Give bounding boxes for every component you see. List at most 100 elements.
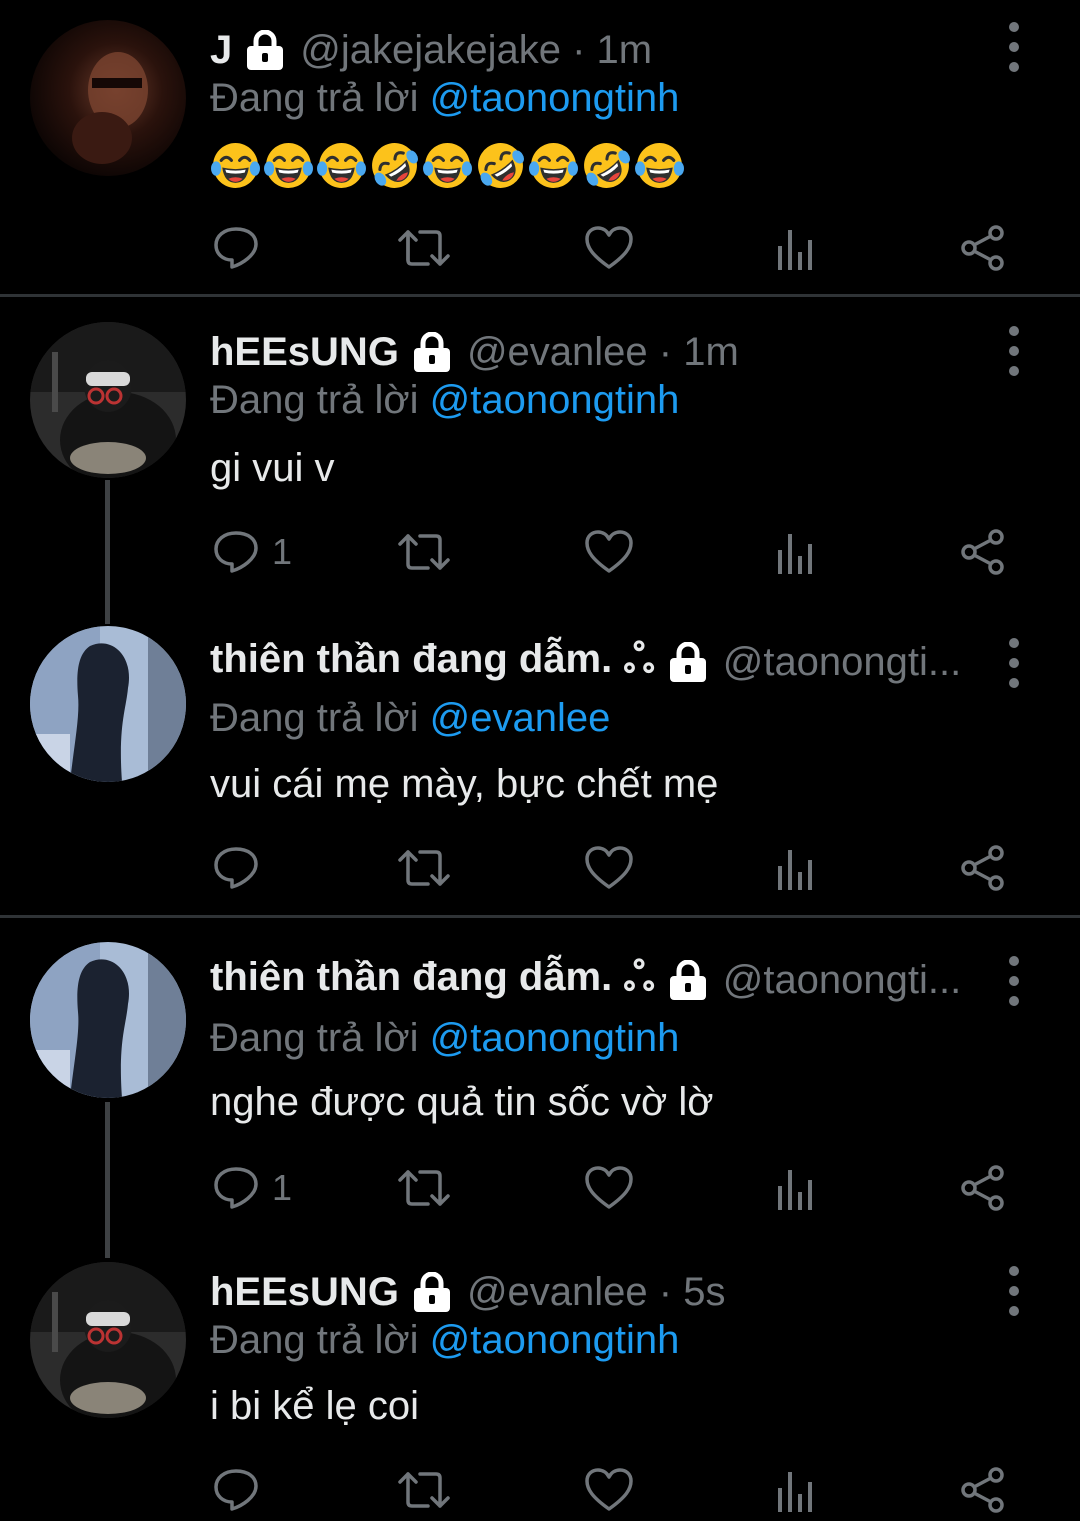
tweet-actions: [0, 220, 1080, 276]
share-button[interactable]: [960, 524, 1006, 580]
avatar[interactable]: [30, 942, 186, 1098]
share-icon: [961, 845, 1004, 891]
avatar[interactable]: [30, 20, 186, 176]
bar-chart-icon: [778, 1472, 812, 1512]
more-options-icon[interactable]: [998, 22, 1030, 72]
views-button[interactable]: [776, 840, 816, 896]
tweet-actions: 1: [0, 1160, 1080, 1216]
like-button[interactable]: [584, 1160, 634, 1216]
like-button[interactable]: [584, 840, 634, 896]
reply-button[interactable]: [212, 840, 272, 896]
handle-and-time[interactable]: @taonongti...: [723, 958, 962, 1003]
display-name[interactable]: J: [210, 28, 232, 73]
share-button[interactable]: [960, 840, 1006, 896]
replying-prefix: Đang trả lời: [210, 696, 419, 740]
tweet-item[interactable]: thiên thần đang dẫm. ஃ @taonongti... Đan…: [0, 606, 1080, 918]
reply-timeline: J @jakejakejake · 1m Đang trả lời @taono…: [0, 0, 1080, 1521]
share-icon: [961, 225, 1004, 271]
handle-and-time[interactable]: @jakejakejake · 1m: [300, 28, 652, 73]
tweet-text: gi vui v: [210, 446, 335, 490]
display-name[interactable]: hEEsUNG: [210, 1270, 399, 1315]
avatar[interactable]: [30, 322, 186, 478]
replying-prefix: Đang trả lời: [210, 1318, 419, 1362]
display-name[interactable]: thiên thần đang dẫm. ஃ: [210, 637, 655, 687]
retweet-button[interactable]: [396, 1160, 452, 1216]
heart-icon: [585, 846, 633, 889]
tweet-emoji-text: [210, 140, 685, 191]
more-options-icon[interactable]: [998, 956, 1030, 1006]
tweet-header: thiên thần đang dẫm. ஃ @taonongti...: [210, 950, 980, 1010]
thread-connector: [105, 606, 110, 624]
retweet-button[interactable]: [396, 1462, 452, 1518]
mention-link[interactable]: @taonongtinh: [430, 378, 680, 422]
retweet-button[interactable]: [396, 220, 452, 276]
share-button[interactable]: [960, 220, 1006, 276]
replying-to: Đang trả lời @taonongtinh: [210, 378, 679, 423]
display-name[interactable]: thiên thần đang dẫm. ஃ: [210, 955, 655, 1005]
replying-to: Đang trả lời @taonongtinh: [210, 1318, 679, 1363]
heart-icon: [585, 530, 633, 573]
reply-icon: [214, 847, 258, 889]
replying-prefix: Đang trả lời: [210, 76, 419, 120]
mention-link[interactable]: @taonongtinh: [430, 1318, 680, 1362]
reply-count: 1: [272, 531, 293, 572]
tears-of-joy-emoji-icon: [317, 143, 366, 188]
views-button[interactable]: [776, 1160, 816, 1216]
tears-of-joy-emoji-icon: [635, 143, 684, 188]
tweet-item[interactable]: thiên thần đang dẫm. ஃ @taonongti... Đan…: [0, 918, 1080, 1258]
tweet-text: nghe được quả tin sốc vờ lờ: [210, 1080, 714, 1124]
retweet-icon: [398, 230, 450, 266]
lock-icon: [411, 1272, 453, 1312]
display-name[interactable]: hEEsUNG: [210, 330, 399, 375]
tweet-text: vui cái mẹ mày, bực chết mẹ: [210, 762, 719, 806]
retweet-icon: [398, 1170, 450, 1206]
heart-icon: [585, 226, 633, 269]
bar-chart-icon: [778, 230, 812, 270]
views-button[interactable]: [776, 524, 816, 580]
replying-prefix: Đang trả lời: [210, 378, 419, 422]
handle-and-time[interactable]: @evanlee · 1m: [467, 330, 739, 375]
replying-to: Đang trả lời @evanlee: [210, 696, 610, 741]
views-button[interactable]: [776, 220, 816, 276]
reply-button[interactable]: [212, 1462, 272, 1518]
retweet-icon: [398, 534, 450, 570]
like-button[interactable]: [584, 524, 634, 580]
retweet-button[interactable]: [396, 840, 452, 896]
avatar[interactable]: [30, 626, 186, 782]
like-button[interactable]: [584, 1462, 634, 1518]
mention-link[interactable]: @taonongtinh: [430, 1016, 680, 1060]
more-options-icon[interactable]: [998, 1266, 1030, 1316]
share-button[interactable]: [960, 1462, 1006, 1518]
retweet-icon: [398, 850, 450, 886]
reply-icon: [214, 1167, 258, 1209]
tweet-actions: [0, 840, 1080, 896]
share-button[interactable]: [960, 1160, 1006, 1216]
views-button[interactable]: [776, 1462, 816, 1518]
rolling-on-floor-laughing-emoji-icon: [478, 143, 524, 188]
tweet-header: hEEsUNG @evanlee · 5s: [210, 1262, 980, 1322]
reply-button[interactable]: 1: [212, 1160, 292, 1216]
mention-link[interactable]: @evanlee: [430, 696, 611, 740]
reply-button[interactable]: 1: [212, 524, 292, 580]
tears-of-joy-emoji-icon: [211, 143, 260, 188]
heart-icon: [585, 1166, 633, 1209]
tweet-item[interactable]: hEEsUNG @evanlee · 5s Đang trả lời @taon…: [0, 1258, 1080, 1521]
tweet-actions: [0, 1462, 1080, 1518]
tweet-item[interactable]: hEEsUNG @evanlee · 1m Đang trả lời @taon…: [0, 296, 1080, 606]
bar-chart-icon: [778, 534, 812, 574]
tweet-header: thiên thần đang dẫm. ஃ @taonongti...: [210, 632, 980, 692]
avatar[interactable]: [30, 1262, 186, 1418]
lock-icon: [411, 332, 453, 372]
handle-and-time[interactable]: @evanlee · 5s: [467, 1270, 726, 1315]
more-options-icon[interactable]: [998, 638, 1030, 688]
retweet-button[interactable]: [396, 524, 452, 580]
reply-button[interactable]: [212, 220, 272, 276]
mention-link[interactable]: @taonongtinh: [430, 76, 680, 120]
handle-and-time[interactable]: @taonongti...: [723, 640, 962, 685]
tears-of-joy-emoji-icon: [264, 143, 313, 188]
more-options-icon[interactable]: [998, 326, 1030, 376]
tweet-item[interactable]: J @jakejakejake · 1m Đang trả lời @taono…: [0, 0, 1080, 297]
like-button[interactable]: [584, 220, 634, 276]
retweet-icon: [398, 1472, 450, 1508]
reply-icon: [214, 227, 258, 269]
